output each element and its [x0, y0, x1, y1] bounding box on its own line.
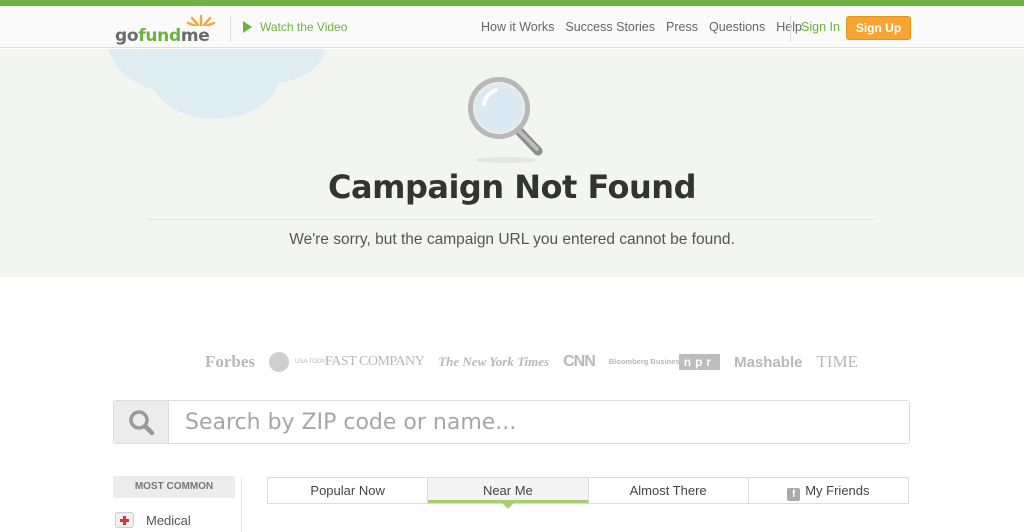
- magnifier-icon: [468, 77, 543, 163]
- header-divider: [790, 16, 791, 42]
- logo-text: gofundme: [115, 26, 210, 46]
- usa-today-logo-mark: [269, 352, 290, 372]
- categories-heading: MOST COMMON: [113, 476, 235, 498]
- cloud-decoration: [150, 49, 280, 119]
- fast-company-logo: FAST COMPANY: [325, 354, 425, 369]
- nyt-logo: The New York Times: [438, 354, 550, 369]
- facebook-icon: f: [787, 488, 801, 501]
- error-message: We're sorry, but the campaign URL you en…: [289, 231, 735, 248]
- usa-today-logo: USA TODAY: [295, 359, 329, 365]
- nav-success-stories[interactable]: Success Stories: [565, 20, 655, 34]
- category-label: Medical: [146, 512, 191, 528]
- sidebar-divider: [241, 478, 242, 532]
- bloomberg-logo: Bloomberg Businessweek: [608, 357, 703, 366]
- header-divider: [230, 16, 231, 42]
- mashable-logo: Mashable: [734, 353, 803, 371]
- search-button[interactable]: [114, 401, 169, 443]
- medical-kit-icon: [115, 512, 134, 528]
- sign-up-button[interactable]: Sign Up: [846, 16, 911, 40]
- time-logo: TIME: [816, 352, 858, 371]
- category-medical[interactable]: Medical: [115, 512, 191, 528]
- nav-how-it-works[interactable]: How it Works: [481, 20, 554, 34]
- title-divider: [149, 219, 873, 220]
- campaign-tabs: Popular Now Near Me Almost There f My Fri…: [267, 477, 909, 509]
- nav-press[interactable]: Press: [666, 20, 698, 34]
- search-input[interactable]: [170, 401, 909, 443]
- tab-my-friends-label: My Friends: [805, 483, 870, 498]
- logo-sun-icon: [186, 14, 216, 26]
- nav-questions[interactable]: Questions: [709, 20, 765, 34]
- scallop-edge: [0, 268, 1024, 275]
- tab-my-friends[interactable]: f My Friends: [749, 478, 908, 503]
- cnn-logo: CNN: [563, 353, 596, 370]
- forbes-logo: Forbes: [205, 352, 256, 371]
- tab-popular-now[interactable]: Popular Now: [268, 478, 429, 503]
- sign-in-link[interactable]: Sign In: [801, 20, 840, 34]
- press-logos: Forbes USA TODAY FAST COMPANY The New Yo…: [205, 352, 858, 372]
- tab-near-me[interactable]: Near Me: [428, 478, 589, 509]
- search-bar: [113, 400, 910, 444]
- main-nav: How it Works Success Stories Press Quest…: [481, 20, 813, 34]
- site-header: gofundme Watch the Video How it Works Su…: [0, 6, 1024, 48]
- page-title: Campaign Not Found: [328, 168, 696, 206]
- npr-logo: npr: [678, 354, 721, 370]
- tab-almost-there[interactable]: Almost There: [589, 478, 749, 503]
- watch-video-label: Watch the Video: [260, 20, 348, 34]
- search-icon: [129, 410, 155, 436]
- play-icon: [243, 21, 252, 33]
- watch-video-link[interactable]: Watch the Video: [243, 20, 347, 34]
